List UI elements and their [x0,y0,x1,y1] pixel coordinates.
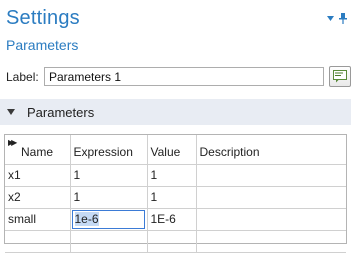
label-row: Label: [6,66,351,88]
cell-expression-editing[interactable]: 1e-6 [69,207,148,231]
settings-subtitle: Parameters [6,37,79,53]
dropdown-arrow-icon[interactable] [327,15,334,22]
expression-edit-input[interactable]: 1e-6 [71,209,145,229]
table-row-empty[interactable] [5,229,346,253]
cell-expression[interactable]: 1 [69,185,148,209]
label-input[interactable] [44,67,324,86]
window-controls [327,13,347,24]
cell-value: 1 [146,185,197,209]
collapse-triangle-icon[interactable] [7,109,15,115]
edit-note-icon [333,70,347,83]
expand-columns-icon[interactable]: ▶▶ [8,138,17,147]
settings-title: Settings [6,7,80,29]
cell-description[interactable] [195,185,346,209]
cell-expression[interactable]: 1 [69,163,148,187]
cell-description[interactable] [195,229,346,253]
cell-name[interactable]: x2 [5,185,71,209]
cell-value: 1E-6 [146,207,197,231]
table-header-row: ▶▶ Name Expression Value Description [5,135,346,165]
label-caption: Label: [6,70,39,84]
cell-value: 1 [146,163,197,187]
column-header-name[interactable]: ▶▶ Name [5,135,71,165]
section-title: Parameters [27,104,95,120]
table-row[interactable]: small 1e-6 1E-6 [5,207,346,231]
cell-name[interactable]: x1 [5,163,71,187]
cell-description[interactable] [195,163,346,187]
column-header-expression[interactable]: Expression [69,135,148,165]
column-header-description[interactable]: Description [195,135,346,165]
label-edit-button[interactable] [329,66,351,87]
parameters-section-header[interactable]: Parameters [0,99,351,125]
cell-name[interactable]: small [5,207,71,231]
table-row[interactable]: x2 1 1 [5,185,346,209]
cell-expression[interactable] [69,229,148,253]
cell-value [146,229,197,253]
cell-description[interactable] [195,207,346,231]
column-header-value[interactable]: Value [146,135,197,165]
pin-icon[interactable] [339,13,347,24]
parameters-table: ▶▶ Name Expression Value Description x1 … [4,134,347,253]
cell-name[interactable] [5,229,71,253]
table-row[interactable]: x1 1 1 [5,163,346,187]
